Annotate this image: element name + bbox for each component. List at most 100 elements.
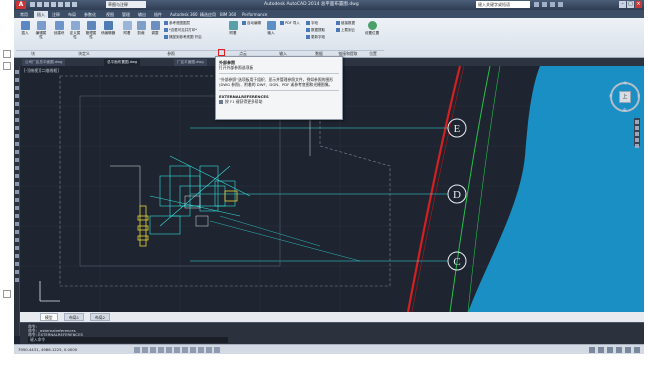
create-block-button[interactable]: 创建块 [52,21,66,35]
tab-layout2[interactable]: 布局2 [90,313,111,321]
block-editor-button[interactable]: 块编辑器 [100,21,116,35]
tool-icon[interactable] [15,134,19,138]
tool-icon[interactable] [15,214,19,218]
tab-plugins[interactable]: 插件 [154,11,162,18]
zoom-icon[interactable] [635,132,639,136]
tool-icon[interactable] [15,86,19,90]
data-extraction-item[interactable]: 数据提取 [306,28,325,33]
redo-icon[interactable] [72,2,77,7]
plot-icon[interactable] [58,2,63,7]
saveas-icon[interactable] [51,2,56,7]
adjust-button[interactable]: 调整 [148,21,162,35]
viewport-controls-label[interactable]: [-][俯视][二维线框] [24,68,59,74]
update-fields-item[interactable]: 更新字段 [306,35,325,40]
qp-toggle-icon[interactable] [214,347,220,353]
app-logo-icon[interactable]: A [16,1,26,9]
tool-icon[interactable] [15,78,19,82]
tool-icon[interactable] [15,166,19,170]
doc-tab[interactable]: 厂区平面图.dwg [174,59,207,66]
tool-icon[interactable] [15,150,19,154]
workspace-dropdown[interactable]: 草图与注释 [106,1,146,8]
import-button[interactable]: 输入 [264,21,278,35]
tool-icon[interactable] [15,278,19,282]
panel-label-location[interactable]: 位置 [362,50,384,56]
tool-icon[interactable] [15,126,19,130]
auto-edit-item[interactable]: 自动编辑 [242,21,261,26]
minimize-button[interactable]: – [619,1,626,8]
attach-button[interactable]: 附着 [120,21,134,35]
doc-tab-active[interactable]: 总平面布置图.dwg [104,59,141,66]
tool-icon[interactable] [15,182,19,186]
fullscreen-icon[interactable] [634,347,640,353]
tab-manage[interactable]: 管理 [122,11,130,18]
tab-layout[interactable]: 布局 [68,11,76,18]
tab-bim-360[interactable]: BIM 360 [220,11,236,18]
pdf-import-item[interactable]: PDF 导入 [280,21,300,26]
compass-east[interactable]: 东 [637,94,641,99]
manage-attribute-button[interactable]: 管理属性 [84,21,98,39]
doc-tab[interactable]: 公司厂区总平面图.dwg [22,59,66,66]
underlay-layers-item[interactable]: 参考底图图层 [164,21,190,26]
tool-icon[interactable] [15,254,19,258]
tab-model[interactable]: 模型 [40,313,58,321]
tab-output[interactable]: 输出 [138,11,146,18]
compass-north[interactable]: 北 [623,81,627,86]
steeringwheel-icon[interactable] [635,120,639,124]
viewcube[interactable]: 上 北 南 东 西 [609,81,641,113]
tpy-toggle-icon[interactable] [206,347,212,353]
tab-autodesk-360[interactable]: Autodesk 360 [170,11,198,18]
tab-performance[interactable]: Performance [242,11,267,18]
showmotion-icon[interactable] [635,144,639,148]
tool-icon[interactable] [15,118,19,122]
undo-icon[interactable] [65,2,70,7]
annotation-scale-icon[interactable] [598,347,604,353]
tool-icon[interactable] [15,206,19,210]
grid-toggle-icon[interactable] [142,347,148,353]
tab-view[interactable]: 视图 [106,11,114,18]
command-input[interactable]: 键入命令 [28,337,228,343]
dyn-toggle-icon[interactable] [190,347,196,353]
panel-label-reference[interactable]: 参照 [118,50,224,56]
tool-icon[interactable] [15,198,19,202]
ducs-toggle-icon[interactable] [182,347,188,353]
set-location-button[interactable]: 设置位置 [364,21,380,35]
tool-icon[interactable] [15,190,19,194]
upload-cloud-item[interactable]: 上载到云 [336,28,355,33]
viewcube-top-face[interactable]: 上 [619,91,631,103]
tool-icon[interactable] [15,230,19,234]
otrack-toggle-icon[interactable] [174,347,180,353]
tool-icon[interactable] [15,110,19,114]
tool-icon[interactable] [15,262,19,266]
osnap-toggle-icon[interactable] [166,347,172,353]
compass-west[interactable]: 西 [609,94,613,99]
external-references-launcher-button[interactable] [218,49,225,56]
compass-south[interactable]: 南 [623,108,627,113]
workspace-switch-icon[interactable] [607,347,613,353]
tab-parametric[interactable]: 参数化 [84,11,96,18]
tab-layout1[interactable]: 布局1 [64,313,85,321]
pointcloud-attach-button[interactable]: 附着 [226,21,240,35]
tool-icon[interactable] [15,238,19,242]
field-item[interactable]: 字段 [306,21,318,26]
snap-toggle-icon[interactable] [134,347,140,353]
panel-label-block[interactable]: 块 [16,50,50,56]
tab-annotate[interactable]: 注释 [52,11,60,18]
tool-icon[interactable] [15,174,19,178]
tool-icon[interactable] [15,94,19,98]
frame-visibility-item[interactable]: *边框可见并打印* [164,28,197,33]
lock-icon[interactable] [616,347,622,353]
search-input[interactable]: 键入关键字或短语 [476,1,530,8]
close-button[interactable]: × [635,1,642,8]
exchange-icon[interactable] [550,2,555,7]
orbit-icon[interactable] [635,138,639,142]
tool-icon[interactable] [15,222,19,226]
new-icon[interactable] [30,2,35,7]
tool-icon[interactable] [15,102,19,106]
polar-toggle-icon[interactable] [158,347,164,353]
isolate-icon[interactable] [625,347,631,353]
search-icon[interactable] [534,2,539,7]
tool-icon[interactable] [15,270,19,274]
define-attribute-button[interactable]: 定义属性 [68,21,82,39]
ortho-toggle-icon[interactable] [150,347,156,353]
tab-featured-apps[interactable]: 精选应用 [200,11,216,18]
